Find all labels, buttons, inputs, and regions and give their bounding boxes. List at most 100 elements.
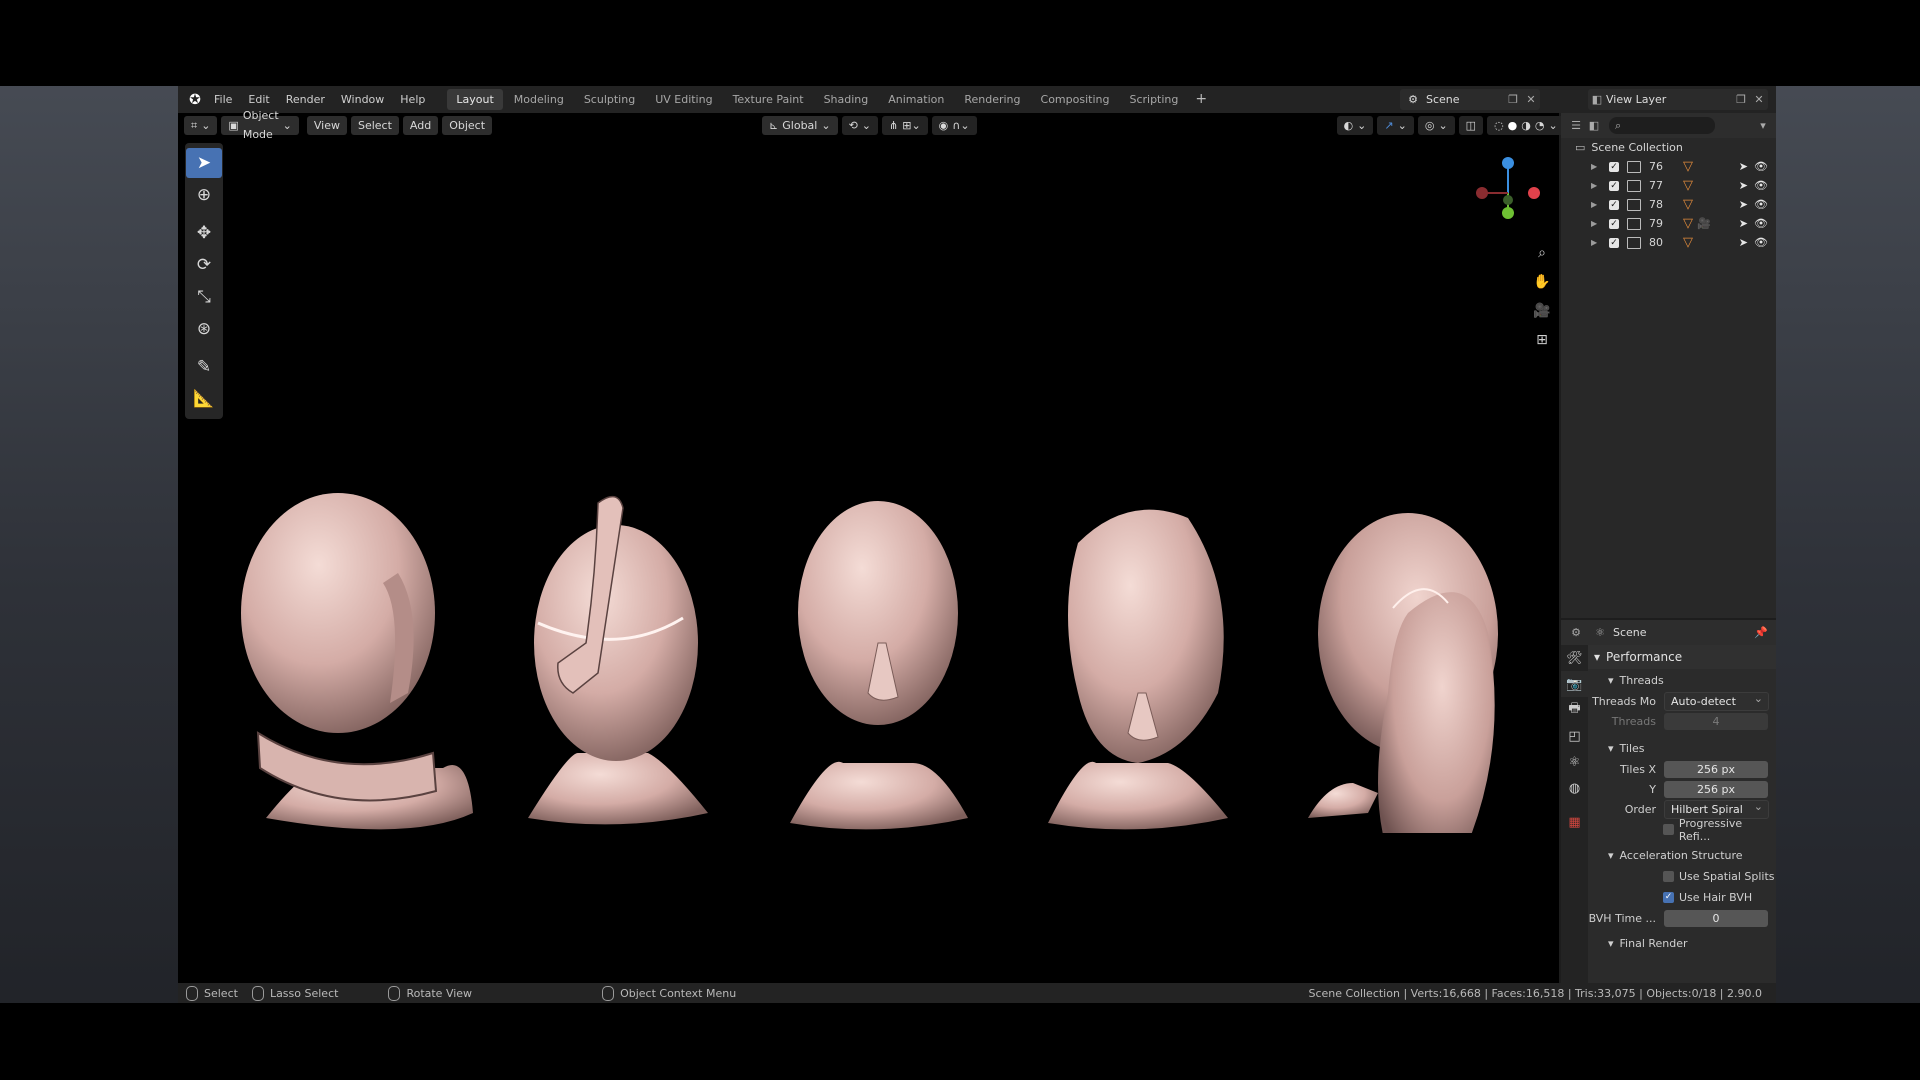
outliner-row[interactable]: ▶ ✓ 79 ▽ 🎥 ➤ 👁 [1561,214,1776,233]
tab-rendering[interactable]: Rendering [955,89,1029,110]
hair-bvh-row[interactable]: ✓ Use Hair BVH [1588,887,1776,908]
tab-layout[interactable]: Layout [447,89,503,110]
visibility-eye-icon[interactable]: 👁 [1754,198,1768,211]
expand-arrow-icon[interactable]: ▶ [1591,162,1601,171]
menu-help[interactable]: Help [392,86,433,113]
mesh-data-icon[interactable]: ▽ [1683,159,1693,174]
menu-render[interactable]: Render [278,86,333,113]
visibility-button[interactable]: ◐ ⌄ [1336,115,1374,135]
expand-arrow-icon[interactable]: ▶ [1591,219,1601,228]
exclude-checkbox[interactable]: ✓ [1609,180,1619,191]
proportional-edit-button[interactable]: ◉ ∩⌄ [931,115,977,135]
scene-collection-row[interactable]: ▭ Scene Collection [1561,138,1776,157]
wireframe-shading-icon[interactable]: ◌ [1494,116,1504,135]
visibility-eye-icon[interactable]: 👁 [1754,179,1768,192]
pin-icon[interactable]: 📌 [1752,624,1770,642]
exclude-checkbox[interactable]: ✓ [1609,218,1619,229]
solid-shading-icon[interactable]: ● [1508,116,1518,135]
menu-window[interactable]: Window [333,86,392,113]
filter-icon[interactable]: ▾ [1754,117,1772,135]
tiles-subpanel-header[interactable]: ▾ Tiles [1588,737,1776,759]
xray-toggle-button[interactable]: ◫ [1458,115,1484,135]
blender-logo-icon[interactable]: ✪ [184,89,206,111]
tab-uv-editing[interactable]: UV Editing [646,89,721,110]
outliner-row[interactable]: ▶ ✓ 80 ▽ ➤ 👁 [1561,233,1776,252]
texture-tab-icon[interactable]: ▦ [1561,809,1588,835]
new-view-layer-icon[interactable]: ❐ [1732,91,1750,109]
hair-bvh-checkbox[interactable]: ✓ [1663,892,1674,903]
outliner-row[interactable]: ▶ ✓ 77 ▽ ➤ 👁 [1561,176,1776,195]
view-layer-tab-icon[interactable]: ◰ [1561,723,1588,749]
3d-viewport[interactable]: ⌗ ⌄ ▣ Object Mode ⌄ View Select Add Objec… [178,109,1565,983]
menu-object[interactable]: Object [442,115,493,135]
tool-tab-icon[interactable]: 🛠 [1561,645,1588,671]
tiles-y-field[interactable]: 256 px [1664,780,1768,798]
exclude-checkbox[interactable]: ✓ [1609,199,1619,210]
menu-select[interactable]: Select [350,115,399,135]
new-scene-icon[interactable]: ❐ [1504,91,1522,109]
scene-selector[interactable]: ⚙ Scene ❐ ✕ [1400,89,1540,110]
transform-orientation-dropdown[interactable]: ⊾ Global ⌄ [762,115,838,135]
expand-arrow-icon[interactable]: ▶ [1591,200,1601,209]
navigation-gizmo[interactable] [1468,153,1548,233]
shading-modes[interactable]: ◌ ● ◑ ◔ ⌄ [1487,115,1565,135]
view-layer-selector[interactable]: ◧ View Layer ❐ ✕ [1588,89,1768,110]
acceleration-subpanel-header[interactable]: ▾ Acceleration Structure [1588,844,1776,866]
delete-scene-icon[interactable]: ✕ [1522,91,1540,109]
outliner-row[interactable]: ▶ ✓ 78 ▽ ➤ 👁 [1561,195,1776,214]
mesh-data-icon[interactable]: ▽ [1683,216,1693,231]
pan-hand-icon[interactable]: ✋ [1530,270,1554,294]
gizmo-toggle-button[interactable]: ↗ ⌄ [1377,115,1414,135]
material-shading-icon[interactable]: ◑ [1521,116,1531,135]
progressive-refine-checkbox[interactable] [1663,824,1674,835]
snap-button[interactable]: ⋔ ⊞⌄ [882,115,928,135]
select-toggle-icon[interactable]: ➤ [1739,179,1748,192]
select-toggle-icon[interactable]: ➤ [1739,160,1748,173]
exclude-checkbox[interactable]: ✓ [1609,237,1619,248]
mode-dropdown[interactable]: ▣ Object Mode ⌄ [221,109,299,141]
bvh-time-field[interactable]: 0 [1664,909,1768,927]
output-tab-icon[interactable]: 🖶 [1561,697,1588,723]
mesh-data-icon[interactable]: ▽ [1683,178,1693,193]
outliner-editor-icon[interactable]: ☰ [1567,117,1585,135]
tab-animation[interactable]: Animation [879,89,953,110]
camera-object-icon[interactable]: 🎥 [1697,217,1711,230]
cursor-icon[interactable]: ⊕ [186,180,222,210]
tab-modeling[interactable]: Modeling [505,89,573,110]
select-toggle-icon[interactable]: ➤ [1739,198,1748,211]
threads-mode-dropdown[interactable]: Auto-detect [1664,690,1769,711]
visibility-eye-icon[interactable]: 👁 [1754,160,1768,173]
delete-view-layer-icon[interactable]: ✕ [1750,91,1768,109]
rotate-icon[interactable]: ⟳ [186,250,222,280]
performance-panel-header[interactable]: ▾ Performance [1588,645,1776,669]
scale-icon[interactable]: ⤡ [186,282,222,312]
display-mode-icon[interactable]: ◧ [1585,117,1603,135]
zoom-icon[interactable]: ⌕ [1530,241,1554,265]
progressive-refine-row[interactable]: Progressive Refi... [1588,817,1776,843]
tab-scripting[interactable]: Scripting [1120,89,1187,110]
scene-tab-icon[interactable]: ⚛ [1561,749,1588,775]
select-box-icon[interactable]: ➤ [186,148,222,178]
outliner-row[interactable]: ▶ ✓ 76 ▽ ➤ 👁 [1561,157,1776,176]
editor-type-button[interactable]: ⌗ ⌄ [184,115,218,135]
spatial-splits-row[interactable]: Use Spatial Splits [1588,866,1776,887]
exclude-checkbox[interactable]: ✓ [1609,161,1619,172]
tab-shading[interactable]: Shading [815,89,878,110]
menu-file[interactable]: File [206,86,240,113]
tiles-x-field[interactable]: 256 px [1664,760,1768,778]
tab-compositing[interactable]: Compositing [1032,89,1119,110]
rendered-shading-icon[interactable]: ◔ [1535,116,1545,135]
threads-subpanel-header[interactable]: ▾ Threads [1588,669,1776,691]
pivot-point-button[interactable]: ⟲ ⌄ [841,115,879,135]
final-render-subpanel-header[interactable]: ▾ Final Render [1588,932,1776,954]
menu-view[interactable]: View [306,115,347,135]
select-toggle-icon[interactable]: ➤ [1739,217,1748,230]
properties-editor-icon[interactable]: ⚙ [1567,624,1585,642]
world-tab-icon[interactable]: ◍ [1561,775,1588,801]
move-icon[interactable]: ✥ [186,218,222,248]
tab-texture-paint[interactable]: Texture Paint [724,89,813,110]
tab-sculpting[interactable]: Sculpting [575,89,644,110]
outliner-search-input[interactable]: ⌕ [1609,117,1715,134]
add-workspace-button[interactable]: + [1189,89,1213,110]
render-tab-icon[interactable]: 📷 [1561,671,1588,697]
